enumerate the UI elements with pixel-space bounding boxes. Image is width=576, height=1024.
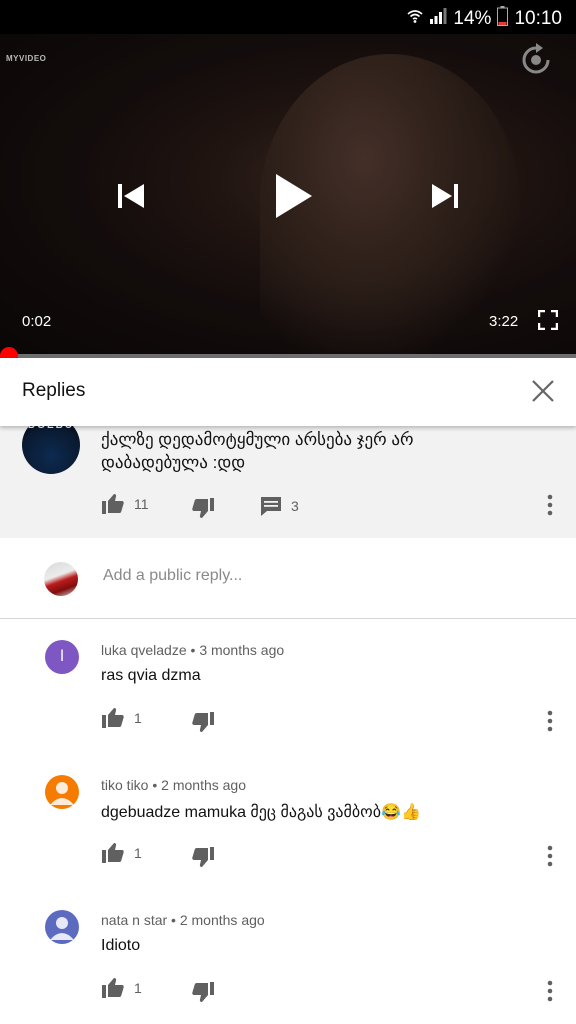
clock: 10:10 — [514, 8, 562, 29]
comment-author[interactable]: luka qveladze — [101, 642, 187, 658]
dislike-icon[interactable] — [191, 496, 215, 520]
signal-icon — [429, 8, 447, 30]
fullscreen-icon[interactable] — [538, 310, 558, 330]
battery-icon — [497, 6, 509, 32]
replay-icon[interactable] — [518, 42, 554, 78]
person-icon — [50, 782, 74, 805]
like-icon[interactable] — [101, 706, 125, 730]
more-options-icon[interactable] — [547, 494, 553, 516]
comment-time: 3 months ago — [199, 642, 285, 658]
avatar[interactable] — [45, 775, 79, 809]
dislike-icon[interactable] — [191, 710, 215, 734]
like-icon[interactable] — [101, 841, 125, 865]
parent-comment-text: ქალზე დედამოტყმული არსება ჯერ არ დაბადებ… — [101, 430, 414, 472]
reply-input[interactable] — [101, 566, 525, 586]
like-count: 1 — [134, 845, 142, 861]
avatar — [44, 562, 78, 596]
battery-percent: 14% — [453, 8, 492, 29]
close-icon[interactable] — [530, 378, 556, 404]
avatar[interactable] — [45, 910, 79, 944]
list-item: l luka qveladze • 3 months ago ras qvia … — [0, 618, 576, 753]
dislike-icon[interactable] — [191, 980, 215, 1004]
reply-composer — [0, 538, 576, 619]
list-item: tiko tiko • 2 months ago dgebuadze mamuk… — [0, 753, 576, 888]
status-bar: 14% 10:10 — [0, 0, 576, 34]
like-icon[interactable] — [101, 492, 125, 516]
previous-icon[interactable] — [116, 182, 146, 210]
replies-header: Replies — [0, 358, 576, 426]
wifi-icon — [407, 8, 423, 30]
channel-logo: MYVIDEO — [6, 54, 47, 63]
parent-comment: DGEBU ქალზე დედამოტყმული არსება ჯერ არ დ… — [0, 416, 576, 538]
dislike-icon[interactable] — [191, 845, 215, 869]
more-options-icon[interactable] — [547, 710, 553, 732]
comment-author[interactable]: tiko tiko — [101, 777, 148, 793]
current-time: 0:02 — [22, 313, 52, 330]
comment-text: Idioto — [101, 937, 141, 954]
replies-title: Replies — [22, 380, 86, 401]
play-icon[interactable] — [272, 172, 314, 220]
comment-text: ras qvia dzma — [101, 667, 201, 684]
next-icon[interactable] — [430, 182, 460, 210]
video-player[interactable]: MYVIDEO 0:02 3:22 — [0, 34, 576, 356]
comment-author[interactable]: nata n star — [101, 912, 167, 928]
person-icon — [50, 917, 74, 940]
more-options-icon[interactable] — [547, 980, 553, 1002]
like-icon[interactable] — [101, 976, 125, 1000]
list-item: nata n star • 2 months ago Idioto 1 — [0, 888, 576, 1023]
more-options-icon[interactable] — [547, 845, 553, 867]
comment-time: 2 months ago — [179, 912, 265, 928]
duration: 3:22 — [489, 313, 519, 330]
like-count: 11 — [134, 496, 149, 512]
like-count: 1 — [134, 710, 142, 726]
like-count: 1 — [134, 980, 142, 996]
comment-text: dgebuadze mamuka მეც მაგას ვამბობ😂👍 — [101, 804, 421, 821]
comment-time: 2 months ago — [161, 777, 246, 793]
comment-icon[interactable] — [259, 494, 283, 518]
avatar[interactable]: l — [45, 640, 79, 674]
reply-count: 3 — [291, 498, 299, 514]
